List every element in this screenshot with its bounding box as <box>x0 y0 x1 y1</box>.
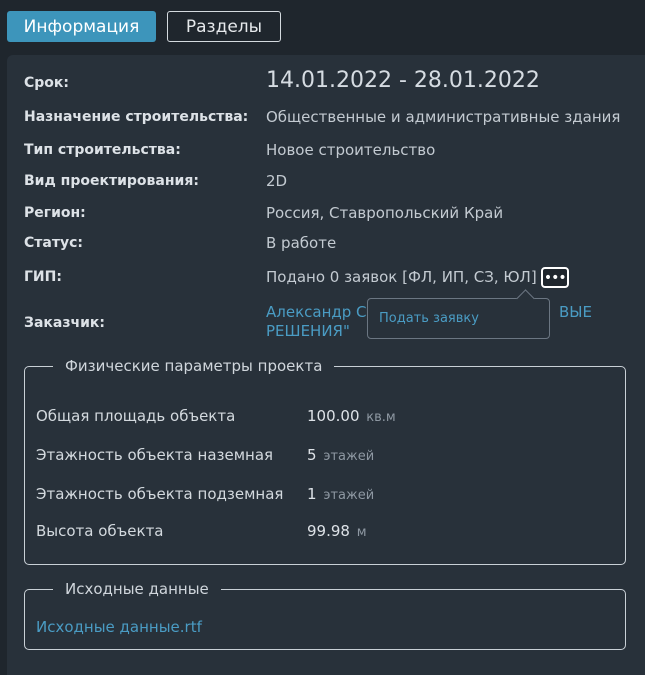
param-floors-above-number: 5 <box>307 446 317 464</box>
customer-label: Заказчик: <box>24 315 105 331</box>
param-floors-above-value: 5 этажей <box>307 446 374 464</box>
gip-text: Подано 0 заявок [ФЛ, ИП, СЗ, ЮЛ] <box>266 268 537 286</box>
purpose-label: Назначение строительства: <box>24 109 249 125</box>
customer-link-line2[interactable]: РЕШЕНИЯ" <box>266 322 350 340</box>
build-type-label: Тип строительства: <box>24 142 181 158</box>
param-area-value: 100.00 кв.м <box>307 407 396 425</box>
info-panel: Срок: 14.01.2022 - 28.01.2022 Назначение… <box>7 55 645 675</box>
physical-params-box: Физические параметры проекта Общая площа… <box>24 357 626 565</box>
param-height-label: Высота объекта <box>36 522 164 540</box>
popup-arrow <box>516 289 535 308</box>
tab-sections[interactable]: Разделы <box>167 11 281 42</box>
region-value: Россия, Ставропольский Край <box>266 204 504 222</box>
param-floors-above-label: Этажность объекта наземная <box>36 446 274 464</box>
physical-params-legend: Физические параметры проекта <box>65 357 323 375</box>
param-height-unit: м <box>356 525 367 540</box>
submit-application-item[interactable]: Подать заявку <box>379 311 479 326</box>
gip-value: Подано 0 заявок [ФЛ, ИП, СЗ, ЮЛ] ••• <box>266 267 569 288</box>
dropdown-popup: Подать заявку <box>367 289 550 339</box>
param-area-number: 100.00 <box>307 407 360 425</box>
purpose-value: Общественные и административные здания <box>266 108 621 126</box>
source-data-box: Исходные данные Исходные данные.rtf <box>24 580 626 650</box>
gip-label: ГИП: <box>24 269 62 285</box>
region-label: Регион: <box>24 205 86 221</box>
more-options-icon[interactable]: ••• <box>540 267 569 288</box>
param-floors-above-unit: этажей <box>323 449 375 464</box>
param-floors-below-label: Этажность объекта подземная <box>36 485 284 503</box>
term-label: Срок: <box>24 75 70 91</box>
source-file-link[interactable]: Исходные данные.rtf <box>36 618 202 636</box>
tab-information[interactable]: Информация <box>7 11 156 42</box>
param-height-number: 99.98 <box>307 522 350 540</box>
param-height-value: 99.98 м <box>307 522 367 540</box>
customer-link-line1-end[interactable]: ВЫЕ <box>559 303 592 321</box>
design-type-value: 2D <box>266 172 288 190</box>
build-type-value: Новое строительство <box>266 141 436 159</box>
source-data-legend: Исходные данные <box>65 580 209 598</box>
param-floors-below-value: 1 этажей <box>307 485 374 503</box>
param-floors-below-unit: этажей <box>323 488 375 503</box>
status-label: Статус: <box>24 235 83 251</box>
param-floors-below-number: 1 <box>307 485 317 503</box>
param-area-label: Общая площадь объекта <box>36 407 236 425</box>
status-value: В работе <box>266 234 337 252</box>
customer-link-line1-start[interactable]: Александр Ст <box>266 303 375 321</box>
tab-bar: Информация Разделы <box>7 11 281 42</box>
design-type-label: Вид проектирования: <box>24 173 199 189</box>
term-value: 14.01.2022 - 28.01.2022 <box>266 68 540 93</box>
param-area-unit: кв.м <box>366 410 396 425</box>
